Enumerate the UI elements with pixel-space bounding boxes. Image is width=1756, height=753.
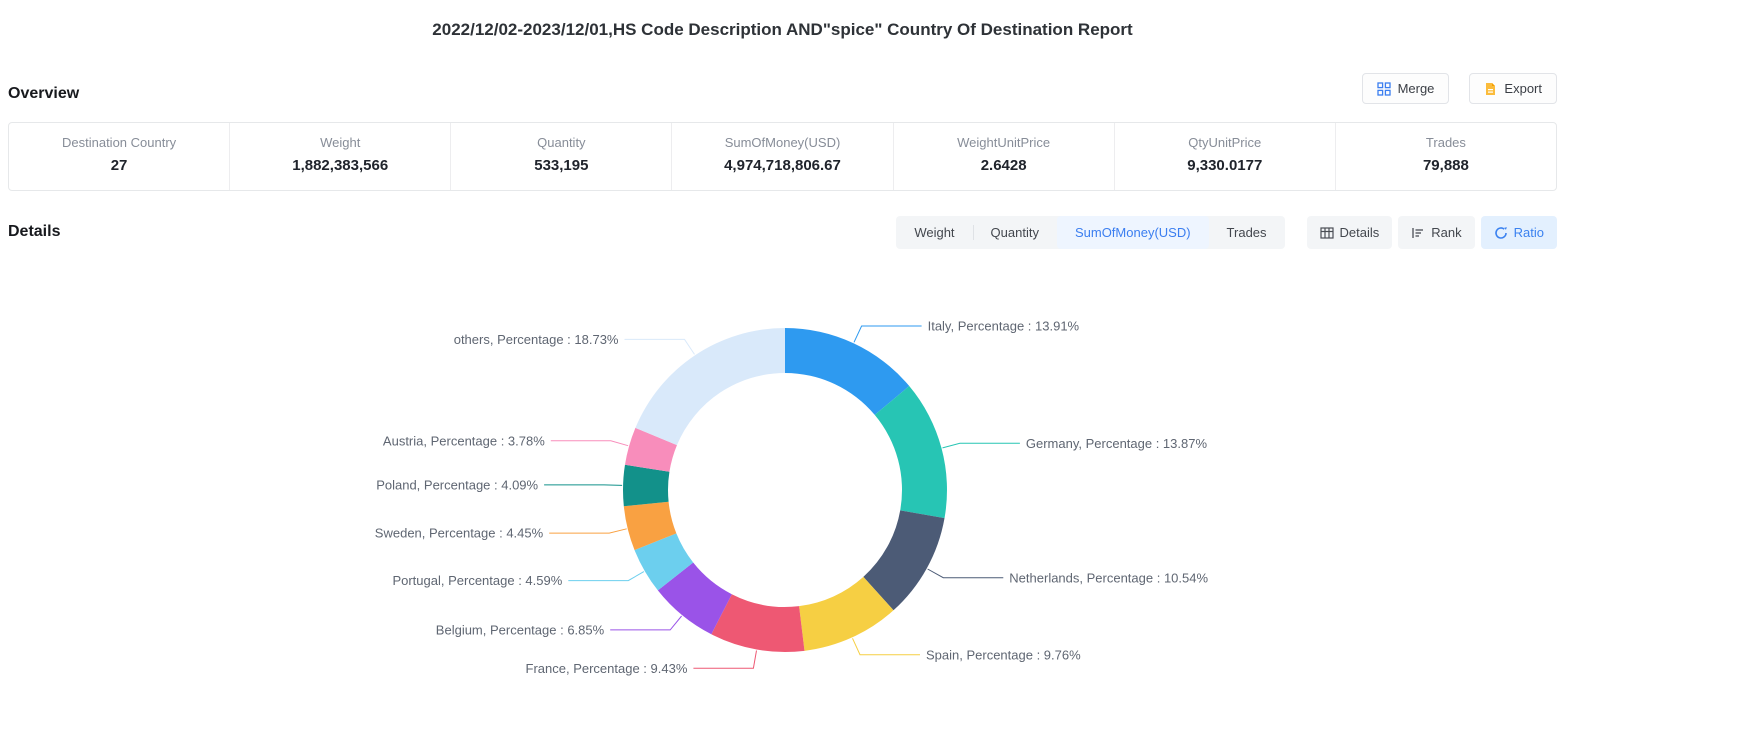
stat-label: WeightUnitPrice — [894, 135, 1114, 150]
tab-rank-label: Rank — [1431, 225, 1461, 240]
stat-label: QtyUnitPrice — [1115, 135, 1335, 150]
chart-label-italy: Italy, Percentage : 13.91% — [928, 319, 1080, 334]
chart-label-france: France, Percentage : 9.43% — [526, 661, 688, 676]
stat-cell-qty-unit-price: QtyUnitPrice 9,330.0177 — [1114, 123, 1335, 190]
chart-label-spain: Spain, Percentage : 9.76% — [926, 647, 1081, 662]
stat-cell-trades: Trades 79,888 — [1335, 123, 1556, 190]
label-line-germany — [943, 443, 1020, 448]
tab-details-label: Details — [1340, 225, 1380, 240]
stat-value: 533,195 — [451, 157, 671, 174]
stat-cell-weight-unit-price: WeightUnitPrice 2.6428 — [893, 123, 1114, 190]
label-line-poland — [544, 485, 622, 486]
merge-button[interactable]: Merge — [1362, 73, 1450, 104]
stat-value: 79,888 — [1336, 157, 1556, 174]
merge-icon — [1377, 82, 1391, 96]
stat-value: 27 — [9, 157, 229, 174]
chart-label-germany: Germany, Percentage : 13.87% — [1026, 436, 1208, 451]
page-title: 2022/12/02-2023/12/01,HS Code Descriptio… — [0, 20, 1565, 40]
details-toolbar: Weight Quantity SumOfMoney(USD) Trades D… — [896, 216, 1557, 249]
pie-slice-germany[interactable] — [875, 386, 947, 518]
label-line-spain — [853, 638, 921, 654]
pie-slice-poland[interactable] — [623, 465, 669, 507]
chart-label-austria: Austria, Percentage : 3.78% — [383, 433, 545, 448]
tab-trades[interactable]: Trades — [1209, 216, 1285, 249]
stat-cell-destination-country: Destination Country 27 — [9, 123, 229, 190]
tab-ratio-label: Ratio — [1514, 225, 1544, 240]
label-line-netherlands — [928, 569, 1004, 578]
tab-details[interactable]: Details — [1307, 216, 1393, 249]
label-line-others — [625, 339, 695, 354]
merge-button-label: Merge — [1398, 81, 1435, 96]
stat-cell-quantity: Quantity 533,195 — [450, 123, 671, 190]
tab-quantity[interactable]: Quantity — [973, 216, 1057, 249]
export-button-label: Export — [1504, 81, 1542, 96]
stat-label: Trades — [1336, 135, 1556, 150]
overview-stats-panel: Destination Country 27 Weight 1,882,383,… — [8, 122, 1557, 191]
tab-sum-of-money[interactable]: SumOfMoney(USD) — [1057, 216, 1209, 249]
stat-label: Quantity — [451, 135, 671, 150]
label-line-france — [693, 651, 756, 669]
stat-value: 9,330.0177 — [1115, 157, 1335, 174]
label-line-italy — [854, 326, 922, 342]
export-button[interactable]: Export — [1469, 73, 1557, 104]
donut-chart: Italy, Percentage : 13.91% Germany, Perce… — [0, 260, 1565, 753]
stat-label: Weight — [230, 135, 450, 150]
chart-label-portugal: Portugal, Percentage : 4.59% — [392, 573, 562, 588]
stat-value: 2.6428 — [894, 157, 1114, 174]
label-line-portugal — [568, 572, 644, 581]
metric-tab-group: Weight Quantity SumOfMoney(USD) Trades — [896, 216, 1284, 249]
tab-ratio[interactable]: Ratio — [1481, 216, 1557, 249]
ratio-icon — [1494, 226, 1508, 240]
stat-value: 1,882,383,566 — [230, 157, 450, 174]
overview-heading: Overview — [8, 85, 79, 103]
label-line-belgium — [610, 616, 681, 630]
rank-icon — [1411, 226, 1425, 240]
chart-label-belgium: Belgium, Percentage : 6.85% — [436, 622, 605, 637]
stat-value: 4,974,718,806.67 — [672, 157, 892, 174]
label-line-sweden — [549, 529, 627, 533]
top-actions: Merge Export — [1362, 73, 1557, 104]
tab-rank[interactable]: Rank — [1398, 216, 1474, 249]
stat-label: Destination Country — [9, 135, 229, 150]
tab-weight[interactable]: Weight — [896, 216, 972, 249]
label-line-austria — [551, 441, 628, 446]
chart-label-netherlands: Netherlands, Percentage : 10.54% — [1009, 570, 1208, 585]
donut-chart-svg: Italy, Percentage : 13.91% Germany, Perce… — [0, 260, 1565, 753]
details-heading: Details — [8, 223, 60, 241]
chart-label-sweden: Sweden, Percentage : 4.45% — [375, 526, 544, 541]
table-icon — [1320, 226, 1334, 240]
view-tab-group: Details Rank Ratio — [1307, 216, 1557, 249]
stat-cell-sum-of-money: SumOfMoney(USD) 4,974,718,806.67 — [671, 123, 892, 190]
chart-label-others: others, Percentage : 18.73% — [454, 332, 619, 347]
stat-label: SumOfMoney(USD) — [672, 135, 892, 150]
stat-cell-weight: Weight 1,882,383,566 — [229, 123, 450, 190]
pie-slice-others[interactable] — [635, 328, 785, 445]
chart-label-poland: Poland, Percentage : 4.09% — [376, 477, 538, 492]
export-icon — [1484, 82, 1497, 96]
